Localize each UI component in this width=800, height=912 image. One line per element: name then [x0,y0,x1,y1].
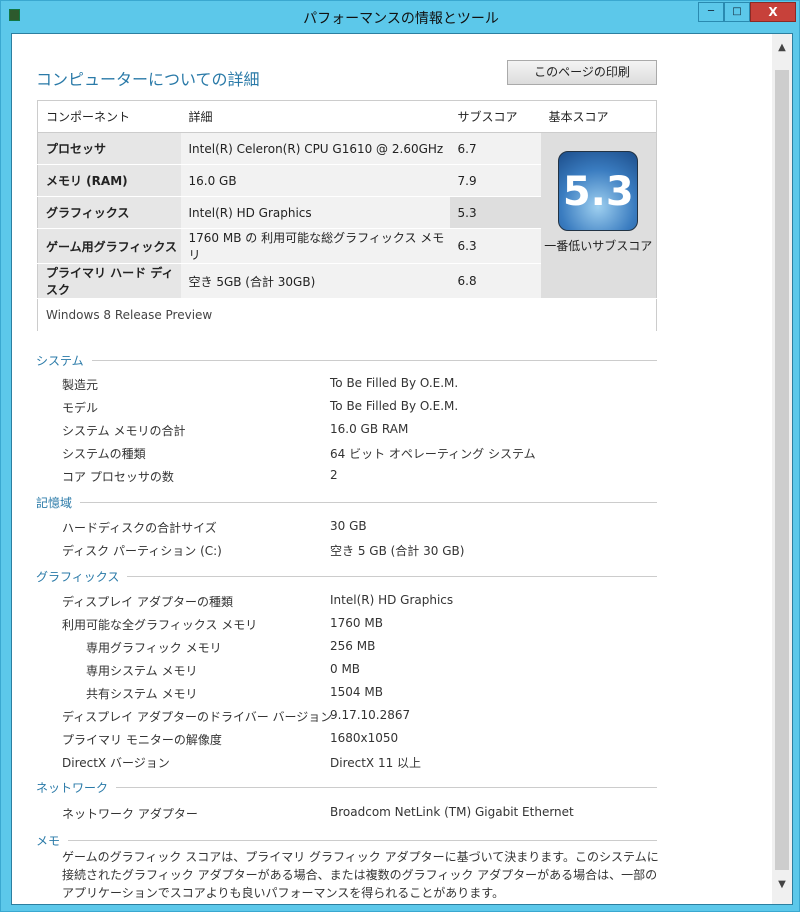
detail-label: ディスプレイ アダプターのドライバー バージョン [62,710,333,724]
detail-value: To Be Filled By O.E.M. [330,399,459,413]
detail-value: 9.17.10.2867 [330,708,411,722]
detail-value: Intel(R) HD Graphics [330,593,454,607]
subscore: 7.9 [449,164,541,197]
detail-label: 専用システム メモリ [86,664,198,678]
detail-label: 共有システム メモリ [86,687,198,701]
table-header: コンポーネント 詳細 サブスコア 基本スコア [37,100,657,133]
subscore: 6.8 [449,263,541,299]
detail-label: 利用可能な全グラフィックス メモリ [62,618,258,632]
section-divider [80,502,657,503]
detail-label: システム メモリの合計 [62,424,186,438]
detail-value: 空き 5 GB (合計 30 GB) [330,544,465,558]
score-table: コンポーネント 詳細 サブスコア 基本スコア プロセッサ Intel(R) Ce… [37,100,657,332]
detail-label: 専用グラフィック メモリ [86,641,222,655]
detail-label: コア プロセッサの数 [62,470,174,484]
detail-value: 1760 MB [330,616,383,630]
detail-value: 1680x1050 [330,731,399,745]
detail: 16.0 GB [180,164,450,197]
maximize-button[interactable]: □ [724,2,750,22]
component: ゲーム用グラフィックス [37,228,181,264]
header-detail: 詳細 [180,100,450,133]
detail-label: ディスプレイ アダプターの種類 [62,595,233,609]
title-bar[interactable]: パフォーマンスの情報とツール ─ □ X [1,1,800,33]
detail-label: プライマリ モニターの解像度 [62,733,222,747]
detail-value: 30 GB [330,519,367,533]
section-divider [116,787,657,788]
section-title: ネットワーク [36,781,109,795]
section-divider [127,576,657,577]
window-title: パフォーマンスの情報とツール [303,11,499,27]
table-footer: Windows 8 Release Preview [37,298,657,332]
detail-label: ハードディスクの合計サイズ [62,521,217,535]
section-header: メモ [36,832,657,849]
detail-value: 1504 MB [330,685,383,699]
scroll-up-icon[interactable]: ▲ [772,42,792,53]
memo-text: ゲームのグラフィック スコアは、プライマリ グラフィック アダプターに基づいて決… [62,850,659,900]
header-subscore: サブスコア [449,100,541,133]
section-title: メモ [36,834,61,848]
vertical-scrollbar[interactable]: ▲ ▼ [772,34,792,904]
section-header: システム [36,352,657,369]
header-base-score: 基本スコア [540,100,657,133]
section-title: グラフィックス [36,570,120,584]
subscore: 6.3 [449,228,541,264]
subscore-lowest: 5.3 [449,196,541,229]
section-divider [68,840,657,841]
scrollbar-thumb[interactable] [775,70,789,870]
base-score-badge: 5.3 [558,151,639,231]
section-header: 記憶域 [36,494,657,511]
section-header: ネットワーク [36,779,657,796]
detail-label: システムの種類 [62,447,146,461]
detail-value: DirectX 11 以上 [330,756,422,770]
detail-value: 256 MB [330,639,376,653]
section-header: グラフィックス [36,568,657,585]
content-area: コンピューターについての詳細 このページの印刷 コンポーネント 詳細 サブスコア… [11,33,793,905]
component: プライマリ ハード ディスク [37,263,181,299]
detail: Intel(R) HD Graphics [180,196,450,229]
detail-label: ネットワーク アダプター [62,807,198,821]
detail: 空き 5GB (合計 30GB) [180,263,450,299]
detail-value: Broadcom NetLink (TM) Gigabit Ethernet [330,805,574,819]
detail-value: 2 [330,468,338,482]
detail: 1760 MB の 利用可能な総グラフィックス メモリ [180,228,450,264]
subscore: 6.7 [449,132,541,165]
detail-label: 製造元 [62,378,99,392]
component: メモリ (RAM) [37,164,181,197]
detail-value: To Be Filled By O.E.M. [330,376,459,390]
detail-label: モデル [62,401,99,415]
detail-value: 0 MB [330,662,361,676]
component: プロセッサ [37,132,181,165]
scroll-down-icon[interactable]: ▼ [772,879,792,890]
base-score-caption: 一番低いサブスコア [544,239,653,253]
detail-value: 16.0 GB RAM [330,422,409,436]
os-version: Windows 8 Release Preview [37,298,657,332]
section-title: システム [36,354,84,368]
minimize-button[interactable]: ─ [698,2,724,22]
detail-value: 64 ビット オペレーティング システム [330,447,536,461]
section-title: 記憶域 [36,496,73,510]
page-title: コンピューターについての詳細 [36,70,260,89]
header-component: コンポーネント [37,100,181,133]
section-divider [91,360,657,361]
close-button[interactable]: X [750,2,796,22]
window: パフォーマンスの情報とツール ─ □ X コンピューターについての詳細 このペー… [0,0,800,912]
detail-label: ディスク パーティション (C:) [62,544,222,558]
component: グラフィックス [37,196,181,229]
detail-label: DirectX バージョン [62,756,170,770]
base-score-cell: 5.3 一番低いサブスコア [540,132,657,299]
print-page-button[interactable]: このページの印刷 [507,60,657,85]
table-row: プロセッサ Intel(R) Celeron(R) CPU G1610 @ 2.… [37,132,657,299]
detail: Intel(R) Celeron(R) CPU G1610 @ 2.60GHz [180,132,450,165]
